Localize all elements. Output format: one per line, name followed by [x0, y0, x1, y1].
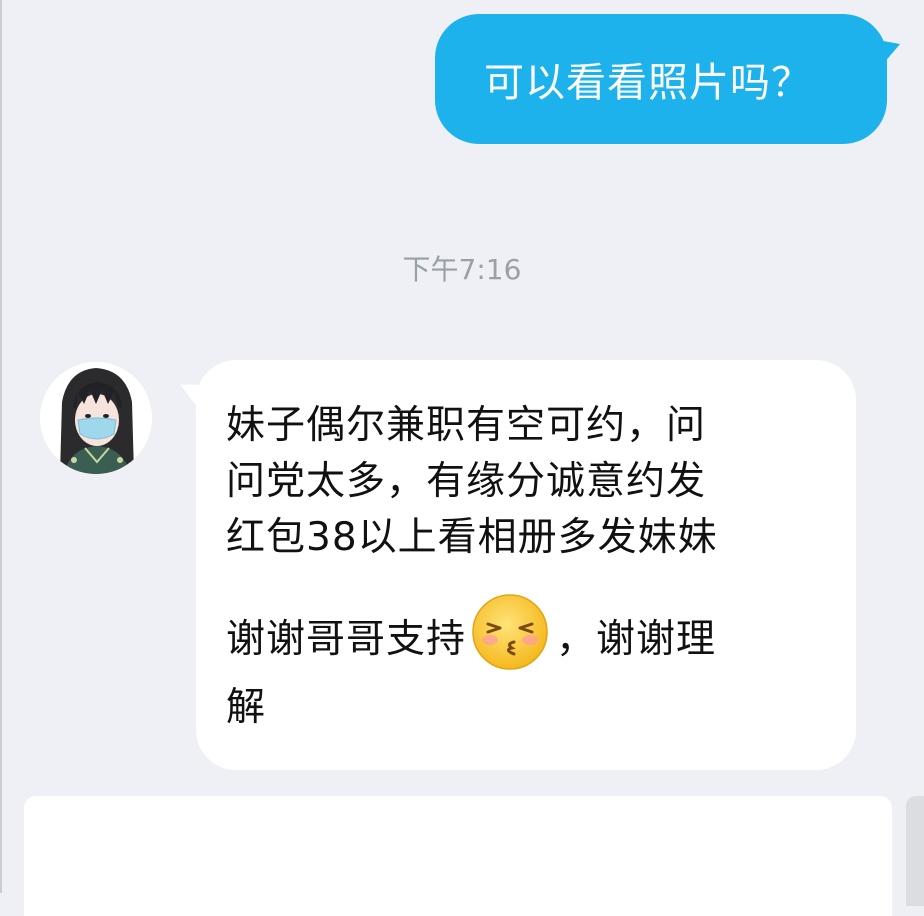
incoming-message-fragment: ，谢谢理 — [556, 617, 717, 662]
screen-edge-divider — [0, 0, 2, 893]
incoming-message-line: 红包38以上看相册多发妹妹 — [226, 515, 718, 560]
incoming-bubble-tail — [173, 373, 213, 413]
incoming-message-bubble[interactable]: 妹子偶尔兼职有空可约，问 问党太多，有缘分诚意约发 红包38以上看相册多发妹妹 … — [173, 360, 856, 770]
message-timestamp: 下午7:16 — [402, 253, 522, 286]
kiss-face-emoji-icon — [472, 594, 548, 670]
incoming-message-fragment: 谢谢哥哥支持 — [226, 617, 467, 662]
incoming-message-line: 问党太多，有缘分诚意约发 — [226, 459, 707, 504]
avatar-illustration-icon — [40, 362, 152, 474]
incoming-message-line: 妹子偶尔兼职有空可约，问 — [226, 403, 707, 448]
outgoing-message-bubble[interactable]: 可以看看照片吗？ — [435, 14, 905, 144]
incoming-message-line: 解 — [226, 685, 267, 730]
next-message-card[interactable] — [24, 796, 892, 916]
incoming-message-line: 谢谢哥哥支持 ，谢谢理 — [226, 592, 816, 680]
outgoing-message-text: 可以看看照片吗？ — [484, 60, 812, 106]
sender-avatar[interactable] — [40, 362, 152, 474]
side-panel-edge — [906, 796, 924, 906]
outgoing-bubble-tail — [871, 30, 905, 68]
